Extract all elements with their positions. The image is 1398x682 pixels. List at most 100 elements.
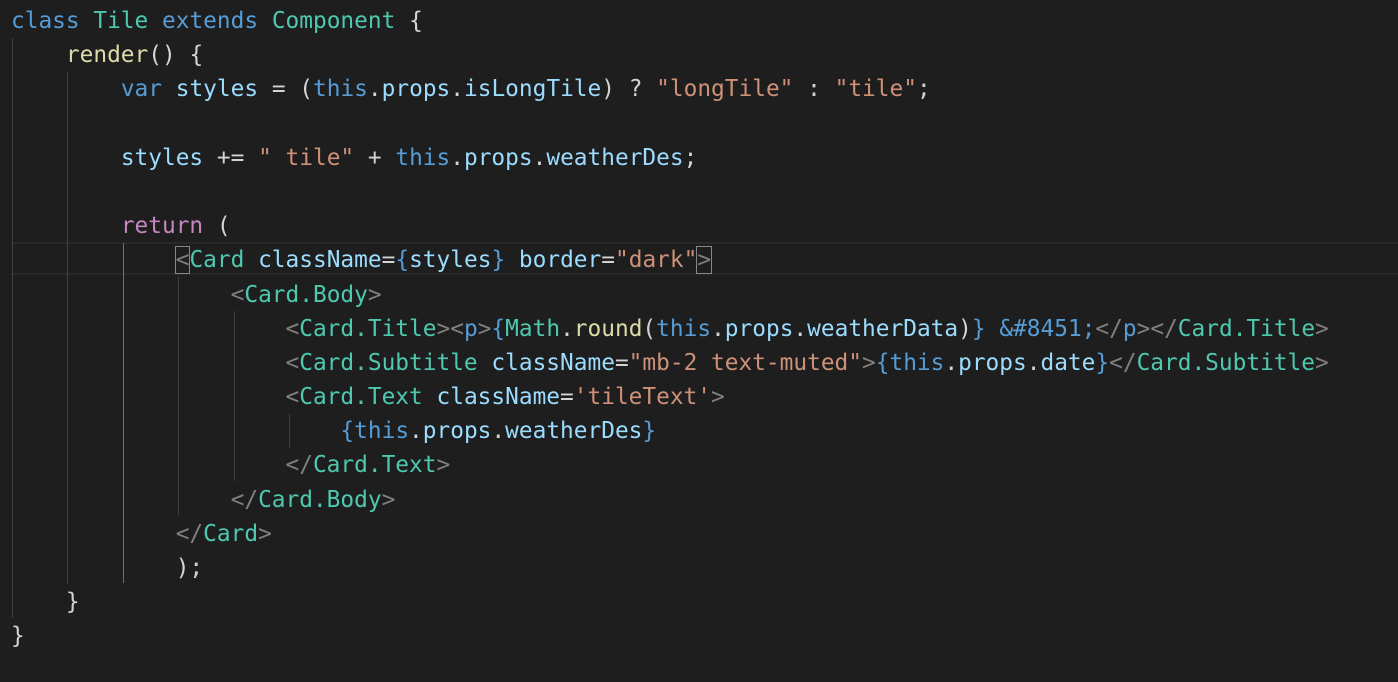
code-token: > bbox=[381, 486, 396, 513]
code-token: Card bbox=[189, 247, 245, 274]
code-token: = bbox=[560, 384, 574, 411]
code-token: </ bbox=[230, 486, 259, 513]
code-token: Card.Body bbox=[244, 281, 368, 308]
code-line[interactable]: class Tile extends Component { bbox=[11, 4, 1329, 38]
code-token: () { bbox=[148, 42, 204, 69]
code-token: > bbox=[1315, 349, 1329, 376]
code-token: isLongTile bbox=[464, 76, 602, 103]
code-token: > bbox=[477, 315, 492, 342]
code-token: "dark" bbox=[615, 247, 698, 274]
code-token: = bbox=[614, 349, 629, 376]
code-line[interactable]: {this.props.weatherDes} bbox=[11, 414, 1329, 448]
code-token: </ bbox=[1109, 349, 1137, 376]
code-token: = bbox=[601, 247, 615, 274]
code-line[interactable]: <Card.Subtitle className="mb-2 text-mute… bbox=[11, 346, 1329, 380]
code-token: var bbox=[120, 76, 162, 103]
code-token: . bbox=[1026, 349, 1041, 376]
code-editor[interactable]: class Tile extends Component { render() … bbox=[0, 0, 1398, 682]
code-token: 'tileText' bbox=[573, 384, 712, 411]
code-token: this bbox=[354, 418, 410, 445]
code-token: Card.Subtitle bbox=[1136, 349, 1315, 376]
code-token: } bbox=[1095, 349, 1110, 376]
code-line[interactable]: </Card.Text> bbox=[11, 448, 1329, 482]
code-token: = ( bbox=[258, 76, 313, 103]
code-line[interactable]: <Card className={styles} border="dark"> bbox=[11, 243, 1329, 277]
code-token: props bbox=[381, 76, 451, 103]
code-line[interactable] bbox=[11, 107, 1329, 141]
code-line[interactable]: styles += " tile" + this.props.weatherDe… bbox=[11, 141, 1329, 175]
code-token: styles bbox=[409, 247, 492, 274]
code-line[interactable]: var styles = (this.props.isLongTile) ? "… bbox=[11, 72, 1329, 106]
code-token: Math bbox=[505, 315, 561, 342]
code-token: "longTile" bbox=[656, 76, 794, 103]
code-token: . bbox=[450, 76, 464, 103]
code-token: } bbox=[11, 589, 80, 616]
code-token: . bbox=[944, 349, 959, 376]
code-token: Component bbox=[271, 8, 396, 34]
code-token: return bbox=[120, 213, 204, 240]
code-token: = bbox=[381, 247, 396, 274]
code-line[interactable]: } bbox=[11, 619, 1329, 653]
code-token: > bbox=[1136, 315, 1151, 342]
code-token: } bbox=[491, 247, 506, 274]
code-token: { bbox=[395, 247, 410, 274]
code-token: > bbox=[1315, 315, 1329, 342]
code-token: weatherDes bbox=[546, 144, 684, 171]
code-line[interactable]: <Card.Title><p>{Math.round(this.props.we… bbox=[11, 312, 1329, 346]
code-token: styles bbox=[175, 76, 259, 103]
code-token: { bbox=[395, 8, 423, 34]
code-token: " tile" bbox=[258, 144, 355, 171]
code-token: ) bbox=[958, 315, 972, 342]
code-token: class bbox=[11, 8, 80, 34]
code-line[interactable]: <Card.Text className='tileText'> bbox=[11, 380, 1329, 414]
code-token: > bbox=[436, 452, 451, 479]
code-token: Card.Title bbox=[299, 315, 437, 342]
code-token: } bbox=[971, 315, 986, 342]
code-token: < bbox=[174, 246, 191, 275]
code-token: < bbox=[230, 281, 245, 308]
code-line[interactable]: ); bbox=[11, 551, 1329, 585]
code-token: render bbox=[65, 42, 149, 69]
code-token: Card.Body bbox=[258, 486, 382, 513]
code-line[interactable] bbox=[11, 175, 1329, 209]
code-token: styles bbox=[120, 144, 204, 171]
code-token: . bbox=[409, 418, 423, 445]
code-token: . bbox=[491, 418, 506, 445]
code-token: className bbox=[491, 349, 615, 376]
code-token: > bbox=[711, 384, 725, 411]
code-token: &#8451; bbox=[999, 315, 1096, 342]
code-token: : bbox=[793, 76, 835, 103]
code-token: ( bbox=[203, 213, 231, 240]
code-line[interactable]: render() { bbox=[11, 38, 1329, 72]
code-token: Tile bbox=[93, 8, 149, 34]
code-token: Card.Title bbox=[1177, 315, 1316, 342]
code-line[interactable]: } bbox=[11, 585, 1329, 619]
code-token: . bbox=[560, 315, 574, 342]
code-lines[interactable]: class Tile extends Component { render() … bbox=[11, 4, 1329, 654]
code-token: extends bbox=[162, 8, 259, 34]
code-line[interactable]: <Card.Body> bbox=[11, 278, 1329, 312]
code-token: += bbox=[203, 144, 259, 171]
code-line[interactable]: </Card.Body> bbox=[11, 483, 1329, 517]
code-token: props bbox=[422, 418, 492, 445]
code-token: ); bbox=[11, 555, 204, 581]
code-token: > bbox=[862, 349, 876, 376]
code-line[interactable]: </Card> bbox=[11, 517, 1329, 551]
code-line[interactable]: return ( bbox=[11, 209, 1329, 243]
code-token: date bbox=[1040, 349, 1096, 376]
code-token: ; bbox=[683, 144, 698, 171]
code-token: . bbox=[450, 144, 464, 171]
code-token: } bbox=[642, 418, 657, 445]
